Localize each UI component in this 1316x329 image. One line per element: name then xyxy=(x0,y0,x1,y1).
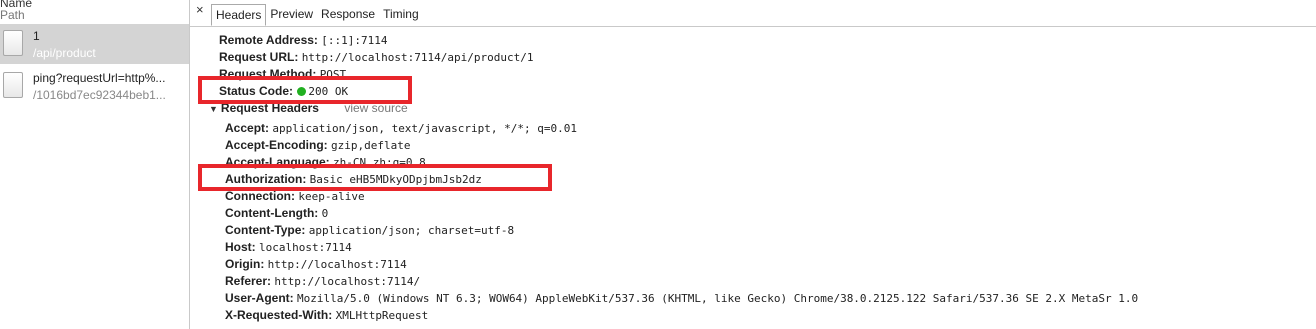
remote-address-row: Remote Address: [::1]:7114 xyxy=(219,32,388,49)
header-value: 200 OK xyxy=(308,85,349,98)
request-header-row: Origin: http://localhost:7114 xyxy=(225,256,407,273)
request-header-row: X-Requested-With: XMLHttpRequest xyxy=(225,307,428,324)
header-key: Status Code: xyxy=(219,84,294,98)
request-name: 1 xyxy=(33,29,40,43)
tab-preview[interactable]: Preview xyxy=(266,4,317,26)
request-header-row: Content-Type: application/json; charset=… xyxy=(225,222,514,239)
header-value: http://localhost:7114 xyxy=(267,258,407,271)
document-icon xyxy=(3,30,23,56)
header-value: Mozilla/5.0 (Windows NT 6.3; WOW64) Appl… xyxy=(297,292,1139,305)
status-code-row: Status Code: 200 OK xyxy=(219,83,348,100)
request-header-row: Authorization: Basic eHB5MDkyODpjbmJsb2d… xyxy=(225,171,482,188)
header-value: POST xyxy=(319,68,347,81)
request-item[interactable]: ping?requestUrl=http%... /1016bd7ec92344… xyxy=(0,66,189,106)
request-path: /1016bd7ec92344beb1... xyxy=(33,88,166,102)
request-path: /api/product xyxy=(33,46,96,60)
header-key: Connection: xyxy=(225,189,295,203)
request-header-row: Accept: application/json, text/javascrip… xyxy=(225,120,577,137)
header-key: Origin: xyxy=(225,257,265,271)
header-value: http://localhost:7114/ xyxy=(274,275,421,288)
header-key: Content-Length: xyxy=(225,206,319,220)
tab-response[interactable]: Response xyxy=(317,4,379,26)
header-key: X-Requested-With: xyxy=(225,308,333,322)
header-key: Request URL: xyxy=(219,50,299,64)
view-source-link[interactable]: view source xyxy=(344,101,407,115)
triangle-down-icon[interactable]: ▼ xyxy=(209,104,218,114)
header-key: Accept-Encoding: xyxy=(225,138,328,152)
status-ok-icon xyxy=(297,87,307,96)
header-value: XMLHttpRequest xyxy=(335,309,429,322)
header-key: Authorization: xyxy=(225,172,307,186)
request-item-selected[interactable]: 1 /api/product xyxy=(0,24,189,64)
header-value: [::1]:7114 xyxy=(321,34,388,47)
header-key: User-Agent: xyxy=(225,291,294,305)
request-name: ping?requestUrl=http%... xyxy=(33,71,166,85)
list-column-header[interactable]: Name Path xyxy=(0,0,32,21)
request-header-row: Accept-Language: zh-CN,zh;q=0.8 xyxy=(225,154,426,171)
request-list-panel: Name Path 1 /api/product ping?requestUrl… xyxy=(0,0,190,329)
path-column-label: Path xyxy=(0,8,25,22)
header-value: zh-CN,zh;q=0.8 xyxy=(333,156,426,169)
tab-headers[interactable]: Headers xyxy=(211,4,267,26)
header-key: Accept-Language: xyxy=(225,155,330,169)
request-url-row: Request URL: http://localhost:7114/api/p… xyxy=(219,49,533,66)
request-header-row: User-Agent: Mozilla/5.0 (Windows NT 6.3;… xyxy=(225,290,1138,307)
header-value: application/json; charset=utf-8 xyxy=(308,224,515,237)
header-value: application/json, text/javascript, */*; … xyxy=(272,122,577,135)
header-key: Host: xyxy=(225,240,256,254)
header-value: localhost:7114 xyxy=(259,241,352,254)
request-header-row: Accept-Encoding: gzip,deflate xyxy=(225,137,411,154)
header-key: Accept: xyxy=(225,121,270,135)
request-header-row: Referer: http://localhost:7114/ xyxy=(225,273,420,290)
request-header-row: Connection: keep-alive xyxy=(225,188,365,205)
request-header-row: Host: localhost:7114 xyxy=(225,239,352,256)
header-key: Content-Type: xyxy=(225,223,306,237)
header-value: http://localhost:7114/api/product/1 xyxy=(301,51,534,64)
request-header-row: Content-Length: 0 xyxy=(225,205,328,222)
close-icon[interactable]: × xyxy=(196,2,204,17)
document-icon xyxy=(3,72,23,98)
request-headers-section[interactable]: ▼ Request Headers view source xyxy=(209,100,408,117)
request-method-row: Request Method: POST xyxy=(219,66,346,83)
header-key: Referer: xyxy=(225,274,272,288)
section-title: Request Headers xyxy=(220,101,319,115)
detail-tabs: Headers Preview Response Timing xyxy=(211,4,423,26)
header-value: Basic eHB5MDkyODpjbmJsb2dz xyxy=(309,173,482,186)
tab-timing[interactable]: Timing xyxy=(379,4,423,26)
header-key: Request Method: xyxy=(219,67,317,81)
header-value: gzip,deflate xyxy=(331,139,411,152)
header-value: 0 xyxy=(321,207,329,220)
header-key: Remote Address: xyxy=(219,33,318,47)
tab-divider xyxy=(190,26,1316,27)
header-value: keep-alive xyxy=(298,190,365,203)
